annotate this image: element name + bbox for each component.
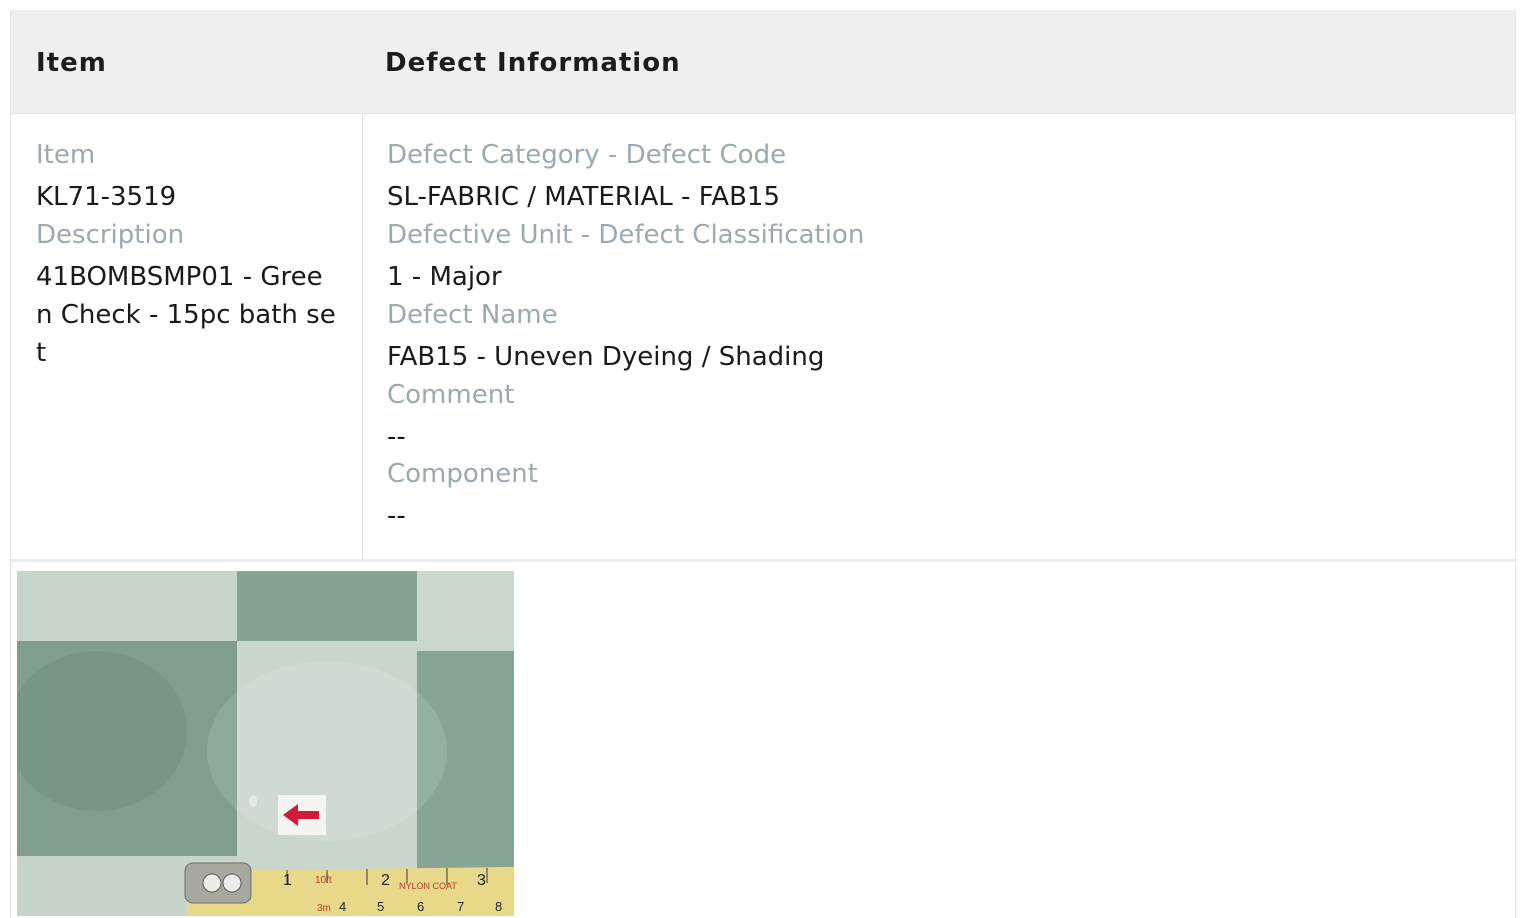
tape-mark-4: 4	[339, 899, 346, 914]
comment-value: --	[387, 422, 406, 452]
defect-name-value: FAB15 - Uneven Dyeing / Shading	[387, 342, 825, 372]
column-header-defect-information: Defect Information	[385, 48, 681, 78]
tape-mark-6: 6	[417, 899, 424, 914]
comment-label: Comment	[387, 380, 515, 410]
table-header-row: Item Defect Information	[11, 10, 1515, 114]
column-header-item: Item	[36, 48, 107, 78]
defective-unit-classification-value: 1 - Major	[387, 262, 502, 292]
defect-category-code-value: SL-FABRIC / MATERIAL - FAB15	[387, 182, 780, 212]
defect-photo-thumbnail[interactable]: 1 2 3 10ft 3m 4 5 6 7 8 NYLON COAT	[17, 571, 514, 916]
description-value: 41BOMBSMP01 - Green Check - 15pc bath se…	[36, 262, 336, 368]
component-label: Component	[387, 459, 538, 489]
defect-category-code-label: Defect Category - Defect Code	[387, 140, 787, 170]
tape-brand-text: NYLON COAT	[399, 881, 457, 891]
table-row: Item KL71-3519 Description 41BOMBSMP01 -…	[11, 114, 1515, 562]
tape-mark-3: 3	[477, 872, 486, 889]
defect-photo-row: 1 2 3 10ft 3m 4 5 6 7 8 NYLON COAT	[11, 562, 1515, 918]
defect-table: Item Defect Information Item KL71-3519 D…	[10, 10, 1516, 918]
column-divider	[362, 114, 363, 559]
tape-mark-1: 1	[283, 872, 292, 889]
defect-name-label: Defect Name	[387, 300, 558, 330]
tape-mark-3m: 3m	[317, 903, 331, 914]
tape-mark-8: 8	[495, 899, 502, 914]
tape-mark-5: 5	[377, 899, 384, 914]
description-label: Description	[36, 220, 185, 250]
tape-mark-2: 2	[381, 872, 390, 889]
item-value: KL71-3519	[36, 182, 177, 212]
component-value: --	[387, 501, 406, 531]
tape-mark-7: 7	[457, 899, 464, 914]
item-label: Item	[36, 140, 96, 170]
fabric-photo: 1 2 3 10ft 3m 4 5 6 7 8 NYLON COAT	[17, 571, 514, 916]
tape-mark-10ft: 10ft	[315, 875, 332, 886]
defective-unit-classification-label: Defective Unit - Defect Classification	[387, 220, 865, 250]
